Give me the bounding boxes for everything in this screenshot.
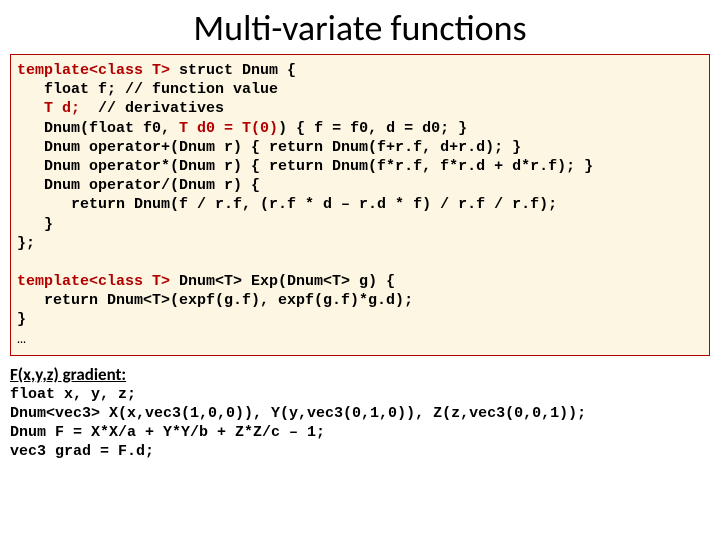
code-l1b: struct Dnum { xyxy=(170,62,296,79)
code-l10: }; xyxy=(17,235,35,252)
code-l7: Dnum operator/(Dnum r) { xyxy=(17,177,260,194)
code-l13: } xyxy=(17,311,26,328)
code-l4a: Dnum(float f0, xyxy=(17,120,179,137)
code-l6: Dnum operator*(Dnum r) { return Dnum(f*r… xyxy=(17,158,593,175)
code-l3b: T d; xyxy=(44,100,80,117)
code-l9: } xyxy=(17,216,53,233)
slide: Multi-variate functions template<class T… xyxy=(0,0,720,540)
code-l4c: ) { f = f0, d = d0; } xyxy=(278,120,467,137)
code-l4b: T d0 = T(0) xyxy=(179,120,278,137)
code-tmpl-decl: template<class T> xyxy=(17,62,170,79)
code-l3c: // derivatives xyxy=(80,100,224,117)
grad-l2: Dnum<vec3> X(x,vec3(1,0,0)), Y(y,vec3(0,… xyxy=(10,405,586,422)
code-l2: float f; // function value xyxy=(17,81,278,98)
code-block-main: template<class T> struct Dnum { float f;… xyxy=(10,54,710,356)
code-l8: return Dnum(f / r.f, (r.f * d – r.d * f)… xyxy=(17,196,557,213)
code-l14: … xyxy=(17,331,26,348)
code-l5: Dnum operator+(Dnum r) { return Dnum(f+r… xyxy=(17,139,521,156)
slide-title: Multi-variate functions xyxy=(0,0,720,54)
code-l12: return Dnum<T>(expf(g.f), expf(g.f)*g.d)… xyxy=(17,292,413,309)
code-block-gradient: float x, y, z; Dnum<vec3> X(x,vec3(1,0,0… xyxy=(10,385,710,462)
grad-l1: float x, y, z; xyxy=(10,386,136,403)
code-l3a xyxy=(17,100,44,117)
code-l11a: template<class T> xyxy=(17,273,170,290)
grad-l3: Dnum F = X*X/a + Y*Y/b + Z*Z/c – 1; xyxy=(10,424,325,441)
gradient-heading: F(x,y,z) gradient: xyxy=(10,364,710,385)
code-l11b: Dnum<T> Exp(Dnum<T> g) { xyxy=(170,273,395,290)
grad-l4: vec3 grad = F.d; xyxy=(10,443,154,460)
